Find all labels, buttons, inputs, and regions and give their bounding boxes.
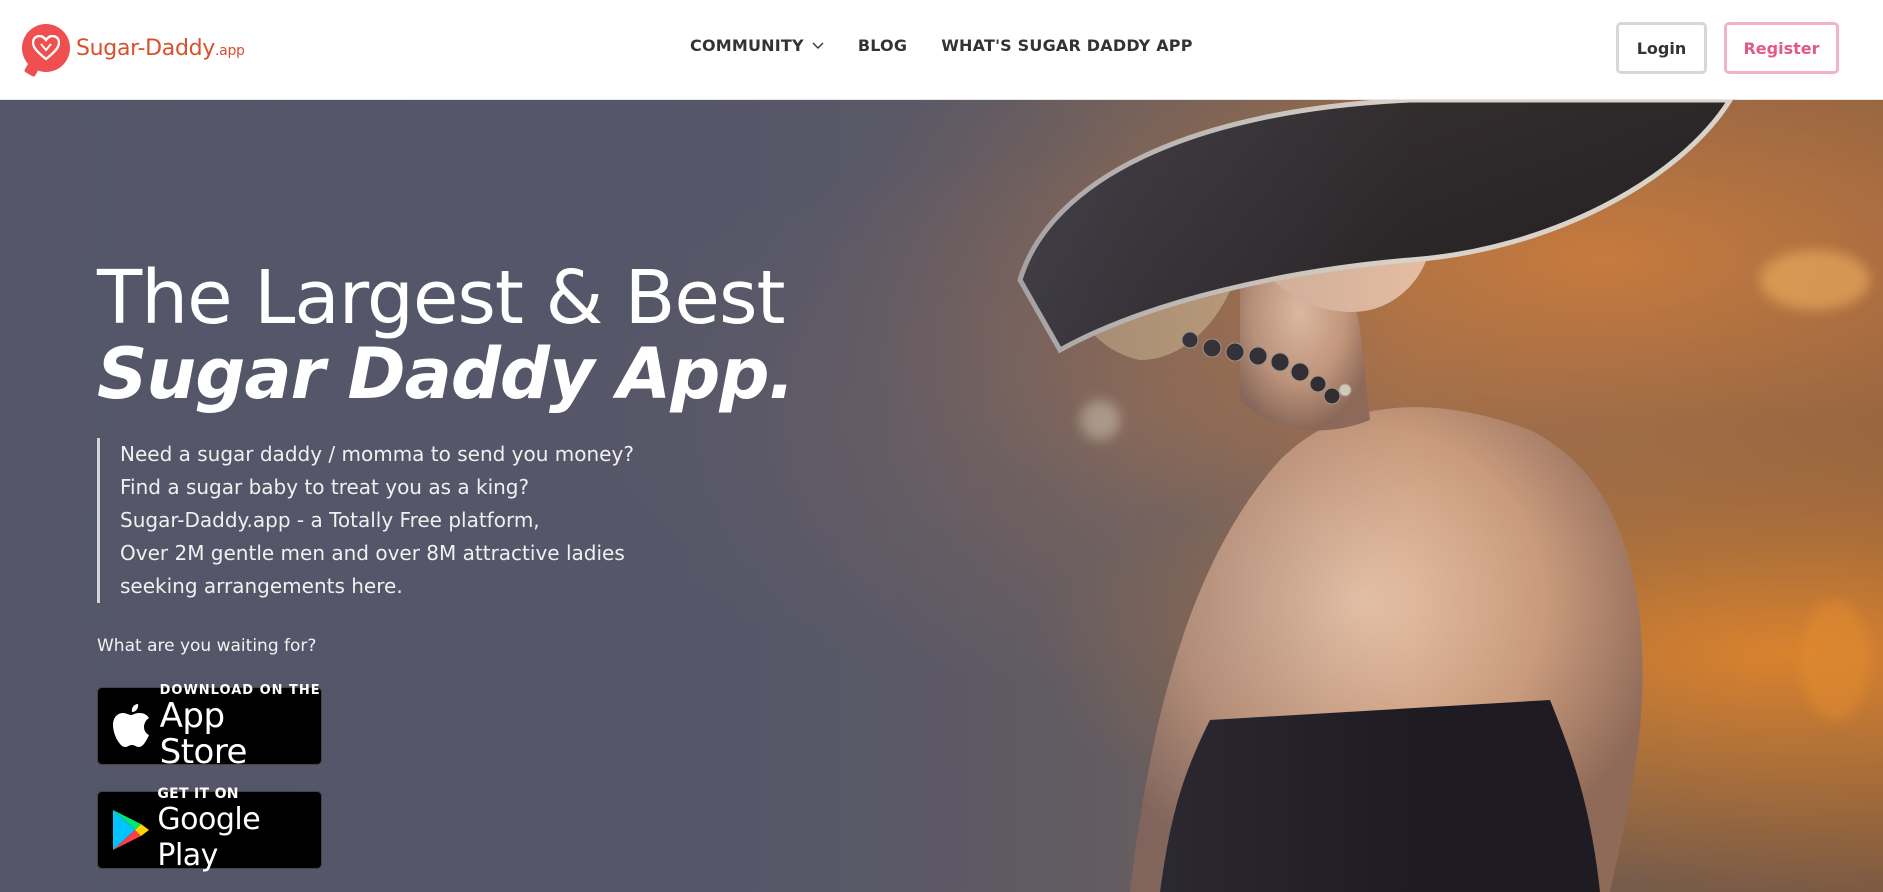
main-nav: COMMUNITY BLOG WHAT'S SUGAR DADDY APP	[690, 36, 1227, 55]
chevron-down-icon	[812, 39, 824, 53]
google-play-icon	[106, 808, 155, 852]
logo-name: Sugar-Daddy	[76, 35, 216, 61]
hero-description: Need a sugar daddy / momma to send you m…	[97, 438, 634, 603]
nav-whats-label: WHAT'S SUGAR DADDY APP	[941, 36, 1193, 55]
description-line: Over 2M gentle men and over 8M attractiv…	[120, 541, 625, 565]
login-button[interactable]: Login	[1616, 22, 1707, 74]
hero-headline: The Largest & Best Sugar Daddy App.	[97, 255, 795, 415]
description-line: Find a sugar baby to treat you as a king…	[120, 475, 530, 499]
heart-logo-icon	[22, 24, 70, 72]
google-play-button[interactable]: GET IT ON Google Play	[97, 786, 322, 873]
nav-blog[interactable]: BLOG	[858, 36, 907, 55]
nav-whats-sugar-daddy-app[interactable]: WHAT'S SUGAR DADDY APP	[941, 36, 1192, 55]
description-line: seeking arrangements here.	[120, 574, 403, 598]
app-store-button[interactable]: DOWNLOAD ON THE App Store	[97, 683, 322, 770]
description-line: Sugar-Daddy.app - a Totally Free platfor…	[120, 508, 540, 532]
headline-line-2: Sugar Daddy App.	[97, 333, 795, 415]
app-store-big-text: App Store	[159, 695, 248, 772]
google-play-big-text: Google Play	[157, 802, 261, 873]
register-button[interactable]: Register	[1724, 22, 1839, 74]
site-logo[interactable]: Sugar-Daddy.app	[22, 24, 245, 72]
cta-prompt: What are you waiting for?	[97, 636, 317, 656]
nav-community[interactable]: COMMUNITY	[690, 36, 824, 55]
headline-line-1: The Largest & Best	[97, 255, 786, 341]
hero-section: The Largest & Best Sugar Daddy App. Need…	[0, 100, 1883, 892]
nav-community-label: COMMUNITY	[690, 36, 804, 55]
logo-tld: .app	[215, 42, 245, 59]
google-play-small-text: GET IT ON	[157, 786, 239, 802]
site-header: Sugar-Daddy.app COMMUNITY BLOG WHAT'S SU…	[0, 0, 1883, 100]
nav-blog-label: BLOG	[857, 36, 908, 55]
description-line: Need a sugar daddy / momma to send you m…	[120, 442, 634, 466]
apple-icon	[106, 703, 158, 749]
